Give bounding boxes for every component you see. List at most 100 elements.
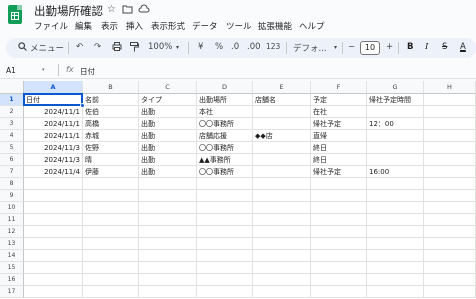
- chevron-down-icon[interactable]: ▾: [176, 44, 179, 51]
- cell-a11[interactable]: [24, 214, 83, 226]
- row-header[interactable]: 5: [0, 142, 24, 154]
- row-header[interactable]: 16: [0, 274, 24, 286]
- cell-f3[interactable]: 帰社予定: [311, 118, 367, 130]
- cell-a12[interactable]: [24, 226, 83, 238]
- chevron-down-icon[interactable]: ▾: [42, 67, 45, 73]
- cell-e4[interactable]: ◆◆店: [253, 130, 311, 142]
- cell-b5[interactable]: 佐野: [83, 142, 139, 154]
- column-header-c[interactable]: C: [139, 81, 197, 94]
- currency-format-button[interactable]: ¥: [198, 42, 203, 52]
- redo-icon[interactable]: ↷: [94, 42, 101, 52]
- row-header[interactable]: 1: [0, 94, 24, 106]
- cell-a6[interactable]: 2024/11/3: [24, 154, 83, 166]
- cell-h2[interactable]: [424, 106, 476, 118]
- cell-f7[interactable]: 帰社予定: [311, 166, 367, 178]
- cell-c5[interactable]: 出勤: [139, 142, 197, 154]
- cell-g14[interactable]: [367, 250, 424, 262]
- cell-b4[interactable]: 赤城: [83, 130, 139, 142]
- cell-c1[interactable]: タイプ: [139, 94, 197, 106]
- cell-d8[interactable]: [197, 178, 253, 190]
- cell-h10[interactable]: [424, 202, 476, 214]
- increase-decimal-button[interactable]: .00: [247, 42, 261, 52]
- cell-c8[interactable]: [139, 178, 197, 190]
- column-header-d[interactable]: D: [197, 81, 253, 94]
- cell-e11[interactable]: [253, 214, 311, 226]
- cell-g2[interactable]: [367, 106, 424, 118]
- cell-d4[interactable]: 店舗応援: [197, 130, 253, 142]
- cell-a15[interactable]: [24, 262, 83, 274]
- cell-d17[interactable]: [197, 286, 253, 298]
- cell-e13[interactable]: [253, 238, 311, 250]
- cell-c11[interactable]: [139, 214, 197, 226]
- cell-a9[interactable]: [24, 190, 83, 202]
- cell-h14[interactable]: [424, 250, 476, 262]
- row-header[interactable]: 14: [0, 250, 24, 262]
- menu-edit[interactable]: 編集: [75, 20, 92, 32]
- cell-g8[interactable]: [367, 178, 424, 190]
- cell-d2[interactable]: 本社: [197, 106, 253, 118]
- row-header[interactable]: 4: [0, 130, 24, 142]
- column-header-g[interactable]: G: [367, 81, 424, 94]
- cell-e2[interactable]: [253, 106, 311, 118]
- row-header[interactable]: 10: [0, 202, 24, 214]
- chevron-down-icon[interactable]: ▾: [334, 44, 337, 51]
- cell-b17[interactable]: [83, 286, 139, 298]
- cell-g11[interactable]: [367, 214, 424, 226]
- cell-e5[interactable]: [253, 142, 311, 154]
- cell-b15[interactable]: [83, 262, 139, 274]
- cell-h5[interactable]: [424, 142, 476, 154]
- cell-a2[interactable]: 2024/11/1: [24, 106, 83, 118]
- menu-view[interactable]: 表示: [101, 20, 118, 32]
- row-header[interactable]: 13: [0, 238, 24, 250]
- cell-c7[interactable]: 出勤: [139, 166, 197, 178]
- cell-e7[interactable]: [253, 166, 311, 178]
- cell-f11[interactable]: [311, 214, 367, 226]
- cell-c3[interactable]: 出勤: [139, 118, 197, 130]
- column-header-b[interactable]: B: [83, 81, 139, 94]
- cell-g17[interactable]: [367, 286, 424, 298]
- cell-d7[interactable]: 〇〇事務所: [197, 166, 253, 178]
- select-all-corner[interactable]: [0, 81, 24, 94]
- cell-a1[interactable]: 日付: [24, 94, 83, 106]
- cell-a8[interactable]: [24, 178, 83, 190]
- text-color-button[interactable]: A: [460, 42, 466, 52]
- cell-d11[interactable]: [197, 214, 253, 226]
- cell-b3[interactable]: 高橋: [83, 118, 139, 130]
- cell-a14[interactable]: [24, 250, 83, 262]
- cell-d6[interactable]: ▲▲事務所: [197, 154, 253, 166]
- strikethrough-button[interactable]: S: [442, 42, 447, 52]
- cell-b2[interactable]: 佐伯: [83, 106, 139, 118]
- cell-e15[interactable]: [253, 262, 311, 274]
- cell-b9[interactable]: [83, 190, 139, 202]
- cell-f1[interactable]: 予定: [311, 94, 367, 106]
- cell-f17[interactable]: [311, 286, 367, 298]
- cell-f2[interactable]: 在社: [311, 106, 367, 118]
- cell-d15[interactable]: [197, 262, 253, 274]
- cell-g12[interactable]: [367, 226, 424, 238]
- menu-insert[interactable]: 挿入: [126, 20, 143, 32]
- cell-g3[interactable]: 12：00: [367, 118, 424, 130]
- cell-f4[interactable]: 直帰: [311, 130, 367, 142]
- cell-f8[interactable]: [311, 178, 367, 190]
- cell-d16[interactable]: [197, 274, 253, 286]
- number-format-button[interactable]: 123: [266, 42, 280, 51]
- cell-c9[interactable]: [139, 190, 197, 202]
- cell-a5[interactable]: 2024/11/3: [24, 142, 83, 154]
- menu-format[interactable]: 表示形式: [151, 20, 185, 32]
- decrease-decimal-button[interactable]: .0: [231, 42, 239, 52]
- cell-f12[interactable]: [311, 226, 367, 238]
- cell-d3[interactable]: 〇〇事務所: [197, 118, 253, 130]
- cell-f16[interactable]: [311, 274, 367, 286]
- cell-f6[interactable]: 終日: [311, 154, 367, 166]
- cell-c13[interactable]: [139, 238, 197, 250]
- cell-h13[interactable]: [424, 238, 476, 250]
- sheets-logo-icon[interactable]: [8, 5, 22, 24]
- fill-handle[interactable]: [80, 103, 85, 108]
- font-size-decrease-button[interactable]: −: [348, 42, 355, 52]
- italic-button[interactable]: I: [425, 42, 428, 52]
- cell-e10[interactable]: [253, 202, 311, 214]
- cell-g9[interactable]: [367, 190, 424, 202]
- cell-f15[interactable]: [311, 262, 367, 274]
- cell-a16[interactable]: [24, 274, 83, 286]
- cell-c17[interactable]: [139, 286, 197, 298]
